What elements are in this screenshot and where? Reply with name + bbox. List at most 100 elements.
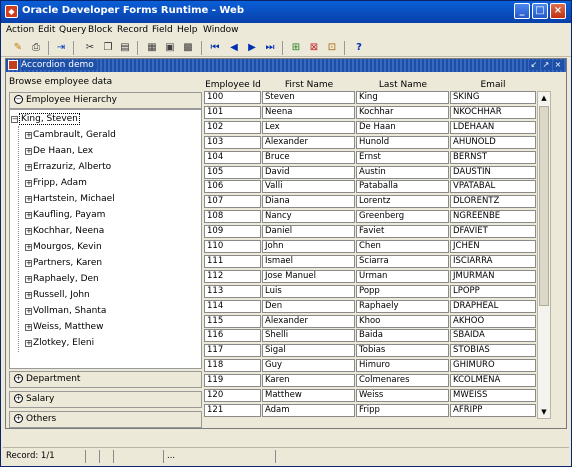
- employee-id-cell[interactable]: 103: [204, 135, 261, 149]
- menu-action[interactable]: Action: [6, 25, 34, 35]
- first-name-cell[interactable]: Alexander: [262, 135, 355, 149]
- email-cell[interactable]: DRAPHEAL: [450, 299, 536, 313]
- scroll-up-icon[interactable]: ▲: [538, 92, 550, 104]
- employee-tree[interactable]: − King, Steven +Cambrault, Gerald +De Haa…: [9, 109, 202, 369]
- email-cell[interactable]: GHIMURO: [450, 359, 536, 373]
- print-icon[interactable]: ⎙: [29, 41, 43, 55]
- tree-node-root[interactable]: − King, Steven: [11, 113, 80, 125]
- last-name-cell[interactable]: Baida: [356, 329, 449, 343]
- last-name-cell[interactable]: Himuro: [356, 359, 449, 373]
- first-name-cell[interactable]: Valli: [262, 180, 355, 194]
- first-name-cell[interactable]: Shelli: [262, 329, 355, 343]
- email-cell[interactable]: NGREENBE: [450, 210, 536, 224]
- tree-node[interactable]: +De Haan, Lex: [25, 146, 93, 157]
- save-icon[interactable]: ✎: [11, 41, 25, 55]
- email-cell[interactable]: AHUNOLD: [450, 135, 536, 149]
- employee-id-cell[interactable]: 109: [204, 225, 261, 239]
- first-record-icon[interactable]: ⏮: [208, 41, 222, 55]
- tree-node[interactable]: +Russell, John: [25, 290, 90, 301]
- tree-node[interactable]: +Weiss, Matthew: [25, 322, 103, 333]
- maximize-inner-icon[interactable]: ↗: [541, 60, 551, 70]
- tree-node[interactable]: +Kochhar, Neena: [25, 226, 104, 237]
- last-name-cell[interactable]: Ernst: [356, 150, 449, 164]
- menu-field[interactable]: Field: [152, 25, 173, 35]
- email-cell[interactable]: ISCIARRA: [450, 254, 536, 268]
- employee-id-cell[interactable]: 121: [204, 403, 261, 417]
- email-cell[interactable]: DLORENTZ: [450, 195, 536, 209]
- employee-id-cell[interactable]: 119: [204, 374, 261, 388]
- employee-id-cell[interactable]: 104: [204, 150, 261, 164]
- last-name-cell[interactable]: Urman: [356, 269, 449, 283]
- scroll-down-icon[interactable]: ▼: [538, 406, 550, 418]
- last-name-cell[interactable]: Khoo: [356, 314, 449, 328]
- employee-id-cell[interactable]: 101: [204, 105, 261, 119]
- grid-vertical-scrollbar[interactable]: ▲ ▼: [537, 91, 551, 419]
- last-name-cell[interactable]: Popp: [356, 284, 449, 298]
- email-cell[interactable]: STOBIAS: [450, 344, 536, 358]
- last-name-cell[interactable]: De Haan: [356, 120, 449, 134]
- paste-icon[interactable]: ▤: [118, 41, 132, 55]
- employee-id-cell[interactable]: 107: [204, 195, 261, 209]
- minimize-icon[interactable]: _: [514, 3, 530, 19]
- first-name-cell[interactable]: Lex: [262, 120, 355, 134]
- menu-edit[interactable]: Edit: [38, 25, 55, 35]
- employee-id-cell[interactable]: 112: [204, 269, 261, 283]
- previous-record-icon[interactable]: ◀: [227, 41, 241, 55]
- last-name-cell[interactable]: Weiss: [356, 389, 449, 402]
- last-name-cell[interactable]: Greenberg: [356, 210, 449, 224]
- employee-id-cell[interactable]: 108: [204, 210, 261, 224]
- first-name-cell[interactable]: Karen: [262, 374, 355, 388]
- next-record-icon[interactable]: ▶: [245, 41, 259, 55]
- tree-node[interactable]: +Mourgos, Kevin: [25, 242, 102, 253]
- first-name-cell[interactable]: Luis: [262, 284, 355, 298]
- first-name-cell[interactable]: Neena: [262, 105, 355, 119]
- tree-node[interactable]: +Zlotkey, Eleni: [25, 338, 94, 349]
- title-bar[interactable]: ◆ Oracle Developer Forms Runtime - Web _…: [1, 1, 571, 23]
- menu-block[interactable]: Block: [88, 25, 112, 35]
- first-name-cell[interactable]: Diana: [262, 195, 355, 209]
- accordion-employee-hierarchy[interactable]: − Employee Hierarchy: [9, 92, 202, 109]
- first-name-cell[interactable]: Ismael: [262, 254, 355, 268]
- employee-id-cell[interactable]: 110: [204, 240, 261, 253]
- email-cell[interactable]: LDEHAAN: [450, 120, 536, 134]
- last-name-cell[interactable]: Austin: [356, 165, 449, 179]
- last-name-cell[interactable]: Lorentz: [356, 195, 449, 209]
- employee-id-cell[interactable]: 117: [204, 344, 261, 358]
- last-name-cell[interactable]: Kochhar: [356, 105, 449, 119]
- last-record-icon[interactable]: ⏭: [263, 41, 277, 55]
- employee-id-cell[interactable]: 102: [204, 120, 261, 134]
- delete-record-icon[interactable]: ⊠: [307, 41, 321, 55]
- last-name-cell[interactable]: Faviet: [356, 225, 449, 239]
- cancel-query-icon[interactable]: ▩: [181, 41, 195, 55]
- employee-id-cell[interactable]: 115: [204, 314, 261, 328]
- tree-node[interactable]: +Vollman, Shanta: [25, 306, 106, 317]
- last-name-cell[interactable]: Tobias: [356, 344, 449, 358]
- email-cell[interactable]: SKING: [450, 91, 536, 104]
- first-name-cell[interactable]: Guy: [262, 359, 355, 373]
- employee-id-cell[interactable]: 116: [204, 329, 261, 343]
- accordion-others[interactable]: + Others: [9, 411, 202, 428]
- email-cell[interactable]: LPOPP: [450, 284, 536, 298]
- employee-id-cell[interactable]: 105: [204, 165, 261, 179]
- email-cell[interactable]: NKOCHHAR: [450, 105, 536, 119]
- first-name-cell[interactable]: John: [262, 240, 355, 253]
- lock-record-icon[interactable]: ⊡: [325, 41, 339, 55]
- email-cell[interactable]: AKHOO: [450, 314, 536, 328]
- menu-record[interactable]: Record: [117, 25, 148, 35]
- tree-node[interactable]: +Fripp, Adam: [25, 178, 87, 189]
- tree-node[interactable]: +Partners, Karen: [25, 258, 102, 269]
- scroll-thumb[interactable]: [539, 106, 549, 306]
- execute-query-icon[interactable]: ▣: [163, 41, 177, 55]
- employee-id-cell[interactable]: 120: [204, 389, 261, 402]
- tree-node[interactable]: +Raphaely, Den: [25, 274, 99, 285]
- accordion-department[interactable]: + Department: [9, 371, 202, 388]
- last-name-cell[interactable]: Hunold: [356, 135, 449, 149]
- first-name-cell[interactable]: Steven: [262, 91, 355, 104]
- employee-id-cell[interactable]: 113: [204, 284, 261, 298]
- maximize-icon[interactable]: □: [532, 3, 548, 19]
- email-cell[interactable]: JCHEN: [450, 240, 536, 253]
- tree-node[interactable]: +Cambrault, Gerald: [25, 130, 116, 141]
- first-name-cell[interactable]: Sigal: [262, 344, 355, 358]
- first-name-cell[interactable]: David: [262, 165, 355, 179]
- menu-help[interactable]: Help: [177, 25, 198, 35]
